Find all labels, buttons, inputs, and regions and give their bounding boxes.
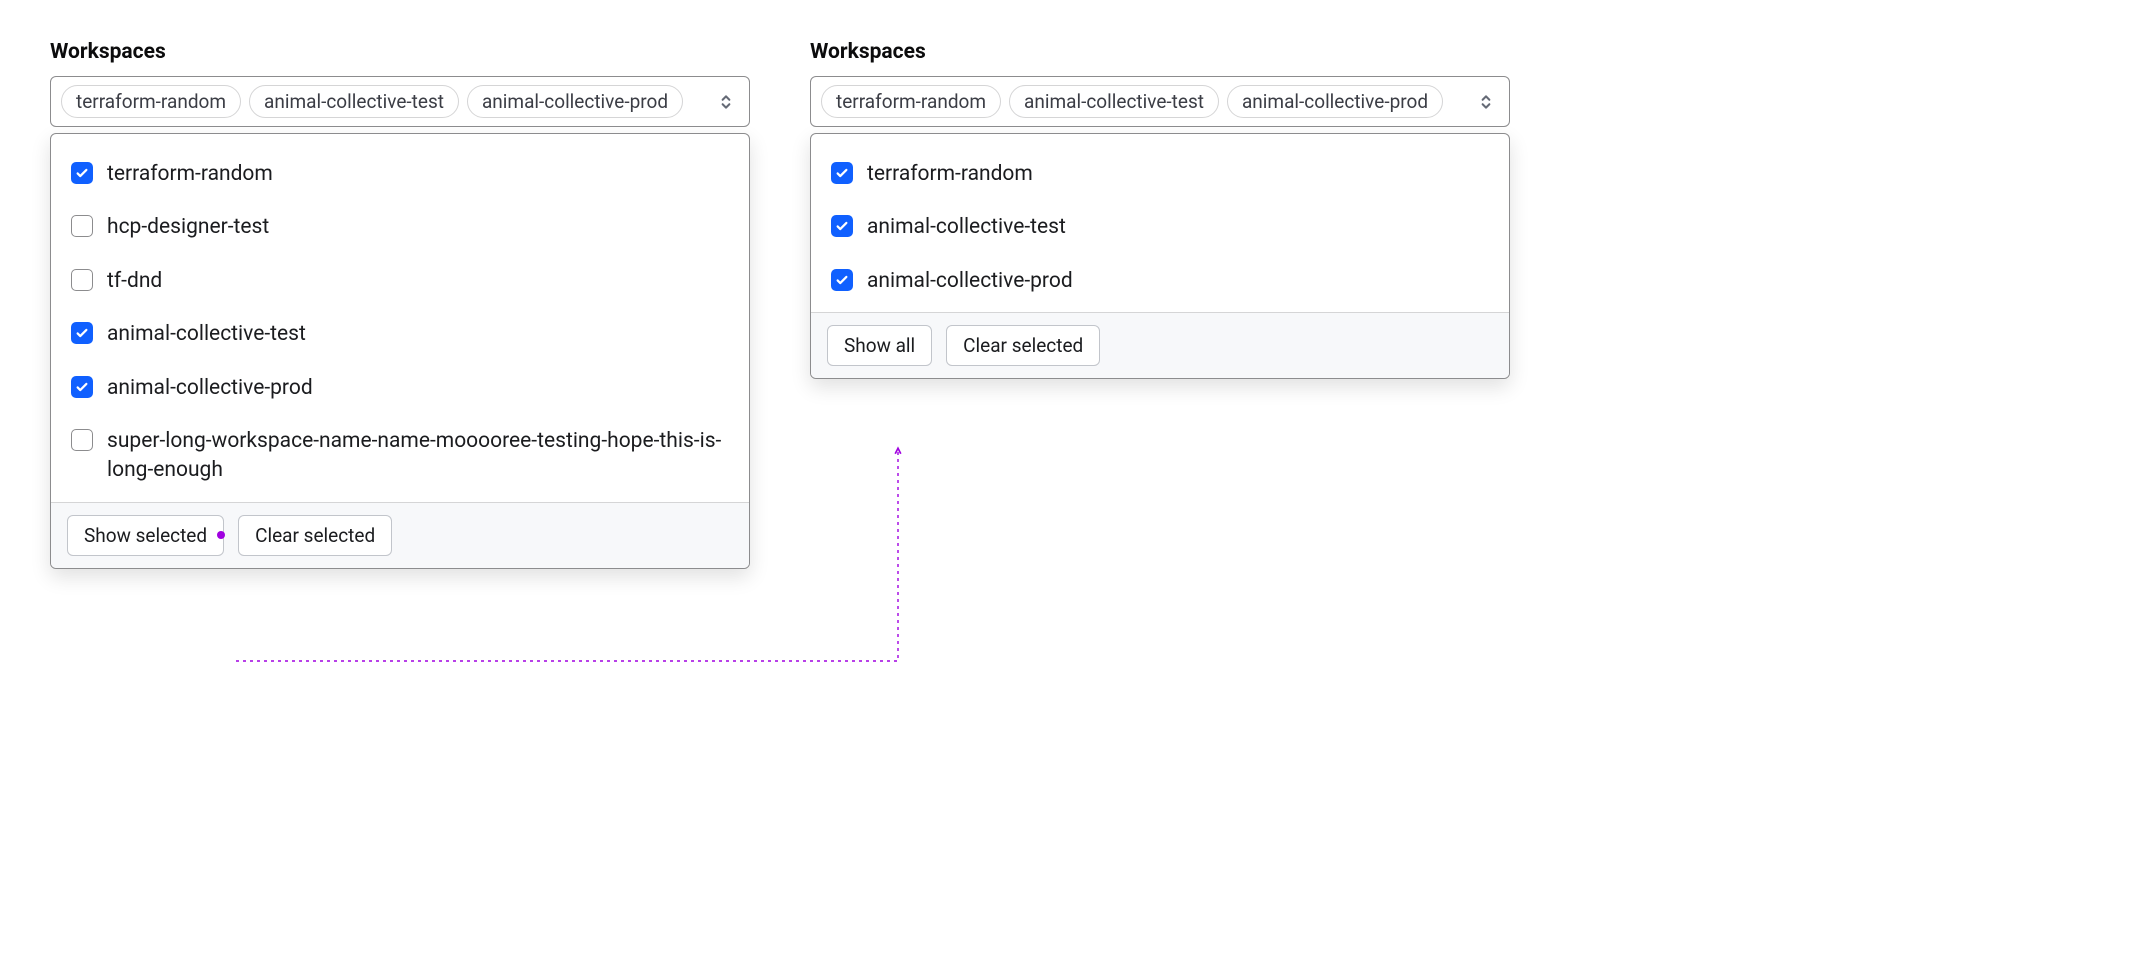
checkbox-unchecked-icon[interactable] [71, 429, 93, 451]
chip[interactable]: animal-collective-test [249, 85, 459, 118]
chip[interactable]: terraform-random [821, 85, 1001, 118]
checkbox-unchecked-icon[interactable] [71, 215, 93, 237]
workspace-selector-right: Workspaces terraform-random animal-colle… [810, 40, 1510, 379]
dropdown-panel: terraform-random hcp-designer-test tf-dn… [50, 133, 750, 569]
option-list: terraform-random hcp-designer-test tf-dn… [51, 134, 749, 502]
dropdown-footer: Show all Clear selected [811, 312, 1509, 378]
checkbox-unchecked-icon[interactable] [71, 269, 93, 291]
selected-chips-box[interactable]: terraform-random animal-collective-test … [810, 76, 1510, 127]
option-row[interactable]: terraform-random [71, 148, 729, 201]
clear-selected-button[interactable]: Clear selected [946, 325, 1100, 366]
option-label: hcp-designer-test [107, 213, 269, 242]
show-all-button[interactable]: Show all [827, 325, 932, 366]
option-row[interactable]: animal-collective-prod [71, 362, 729, 415]
option-row[interactable]: terraform-random [831, 148, 1489, 201]
option-label: animal-collective-test [107, 320, 306, 349]
heading: Workspaces [50, 40, 750, 64]
option-row[interactable]: animal-collective-test [831, 201, 1489, 254]
dropdown-footer: Show selected Clear selected [51, 502, 749, 568]
checkbox-checked-icon[interactable] [71, 162, 93, 184]
option-list: terraform-random animal-collective-test … [811, 134, 1509, 312]
chip[interactable]: animal-collective-prod [467, 85, 683, 118]
option-row[interactable]: animal-collective-test [71, 308, 729, 361]
option-label: animal-collective-prod [867, 267, 1073, 296]
chevron-up-down-icon[interactable] [717, 93, 735, 111]
chip[interactable]: terraform-random [61, 85, 241, 118]
checkbox-checked-icon[interactable] [71, 322, 93, 344]
option-label: animal-collective-prod [107, 374, 313, 403]
workspace-selector-left: Workspaces terraform-random animal-colle… [50, 40, 750, 569]
option-label: animal-collective-test [867, 213, 1066, 242]
dropdown-panel: terraform-random animal-collective-test … [810, 133, 1510, 379]
option-row[interactable]: hcp-designer-test [71, 201, 729, 254]
option-label: terraform-random [867, 160, 1033, 189]
heading: Workspaces [810, 40, 1510, 64]
connector-dot-icon [217, 531, 225, 539]
option-row[interactable]: animal-collective-prod [831, 255, 1489, 308]
checkbox-checked-icon[interactable] [831, 162, 853, 184]
checkbox-checked-icon[interactable] [71, 376, 93, 398]
option-label: tf-dnd [107, 267, 162, 296]
clear-selected-button[interactable]: Clear selected [238, 515, 392, 556]
option-row[interactable]: super-long-workspace-name-name-mooooree-… [71, 415, 729, 498]
chevron-up-down-icon[interactable] [1477, 93, 1495, 111]
chip[interactable]: animal-collective-test [1009, 85, 1219, 118]
selected-chips-box[interactable]: terraform-random animal-collective-test … [50, 76, 750, 127]
option-row[interactable]: tf-dnd [71, 255, 729, 308]
option-label: terraform-random [107, 160, 273, 189]
checkbox-checked-icon[interactable] [831, 269, 853, 291]
checkbox-checked-icon[interactable] [831, 215, 853, 237]
option-label: super-long-workspace-name-name-mooooree-… [107, 427, 729, 486]
chip[interactable]: animal-collective-prod [1227, 85, 1443, 118]
show-selected-button[interactable]: Show selected [67, 515, 224, 556]
